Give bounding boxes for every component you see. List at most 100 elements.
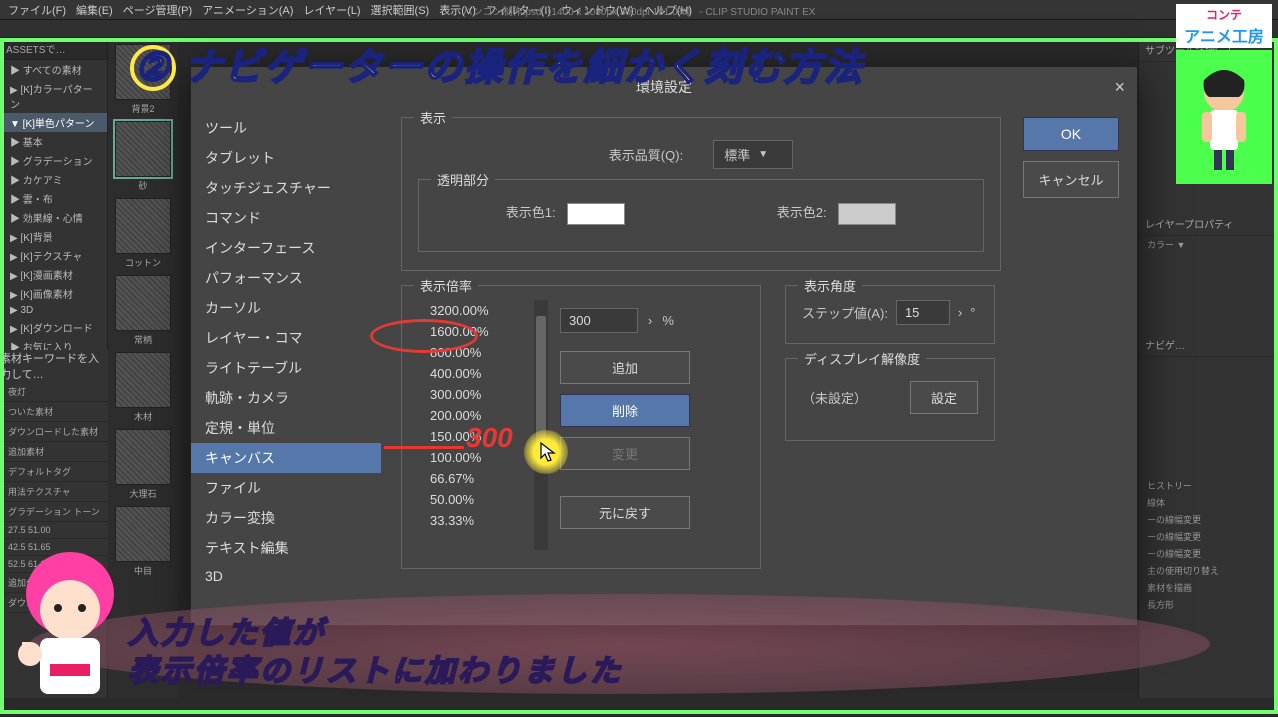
display-group-title: 表示 <box>414 108 452 127</box>
tree-item[interactable]: ▶ 効果線・心情 <box>0 208 107 227</box>
material-row[interactable]: ついた素材 <box>0 402 108 422</box>
history-row[interactable]: ーの線幅変更 <box>1139 511 1278 528</box>
layerprop-section[interactable]: レイヤープロパティ <box>1139 212 1278 236</box>
zoom-level-item[interactable]: 66.67% <box>418 468 548 489</box>
menu-edit[interactable]: 編集(E) <box>72 0 117 20</box>
history-row[interactable]: ーの線幅変更 <box>1139 528 1278 545</box>
zoom-level-item[interactable]: 3200.00% <box>418 300 548 321</box>
thumb-label: コットン <box>108 256 178 269</box>
zoom-value-input[interactable] <box>560 308 638 333</box>
color2-swatch[interactable] <box>838 203 896 225</box>
menu-anim[interactable]: アニメーション(A) <box>198 0 297 20</box>
zoom-level-item[interactable]: 50.00% <box>418 489 548 510</box>
category-item[interactable]: タブレット <box>191 143 381 173</box>
menu-page[interactable]: ページ管理(P) <box>119 0 196 20</box>
category-item[interactable]: ファイル <box>191 473 381 503</box>
preferences-dialog: 環境設定 × ツールタブレットタッチジェスチャーコマンドインターフェースパフォー… <box>190 66 1138 626</box>
menu-file[interactable]: ファイル(F) <box>4 0 70 20</box>
category-item[interactable]: タッチジェスチャー <box>191 173 381 203</box>
mat-header: 素材キーワードを入力して… <box>0 350 108 382</box>
tree-item[interactable]: ▶ すべての素材 <box>0 60 107 79</box>
add-button[interactable]: 追加 <box>560 351 690 384</box>
tree-item[interactable]: ▶ [K]画像素材 <box>0 284 107 303</box>
color1-swatch[interactable] <box>567 203 625 225</box>
video-headline: ②ナビゲーターの操作を細かく刻む方法 <box>130 36 864 91</box>
category-item[interactable]: キャンバス <box>191 443 381 473</box>
category-item[interactable]: ツール <box>191 113 381 143</box>
category-item[interactable]: カラー変換 <box>191 503 381 533</box>
material-thumb[interactable] <box>115 352 171 408</box>
zoom-level-item[interactable]: 300.00% <box>418 384 548 405</box>
material-row[interactable]: ダウンロードした素材 <box>0 422 108 442</box>
tree-item[interactable]: ▶ [K]カラーパターン <box>0 79 107 113</box>
tree-item[interactable]: ▶ グラデーション <box>0 151 107 170</box>
tree-item[interactable]: ▶ 基本 <box>0 132 107 151</box>
step-input[interactable] <box>896 300 950 325</box>
close-icon[interactable]: × <box>1114 77 1125 98</box>
history-row[interactable]: 主の使用切り替え <box>1139 562 1278 579</box>
thumb-label: 木材 <box>108 410 178 423</box>
spinner-icon[interactable]: › <box>958 305 962 320</box>
category-item[interactable]: カーソル <box>191 293 381 323</box>
angle-group-title: 表示角度 <box>798 276 862 295</box>
spinner-icon[interactable]: › <box>648 313 652 328</box>
tree-item[interactable]: ▶ カケアミ <box>0 170 107 189</box>
red-value-annotation: 300 <box>466 422 513 454</box>
tree-header: ASSETSで… <box>0 38 107 60</box>
category-item[interactable]: 定規・単位 <box>191 413 381 443</box>
category-item[interactable]: テキスト編集 <box>191 533 381 563</box>
cancel-button[interactable]: キャンセル <box>1023 161 1119 198</box>
tree-item[interactable]: ▶ [K]漫画素材 <box>0 265 107 284</box>
category-item[interactable]: レイヤー・コマ <box>191 323 381 353</box>
tree-item[interactable]: ▶ 雲・布 <box>0 189 107 208</box>
red-underline-annotation <box>384 446 464 449</box>
step-badge: ② <box>130 45 176 91</box>
menu-select[interactable]: 選択範囲(S) <box>367 0 434 20</box>
thumb-label: 背景2 <box>108 102 178 115</box>
tree-item[interactable]: ▶ [K]ダウンロード <box>0 318 107 337</box>
thumb-label: 常柄 <box>108 333 178 346</box>
category-item[interactable]: 3D <box>191 563 381 589</box>
material-thumb[interactable] <box>115 429 171 485</box>
tree-item[interactable]: ▶ 3D <box>0 303 107 318</box>
material-thumb[interactable] <box>115 198 171 254</box>
presenter-avatar-right <box>1176 50 1272 184</box>
history-row[interactable]: 長方形 <box>1139 596 1278 613</box>
angle-unit: ° <box>970 305 975 320</box>
scrollbar[interactable] <box>534 300 548 550</box>
category-item[interactable]: 軌跡・カメラ <box>191 383 381 413</box>
history-row[interactable]: ヒストリー <box>1139 477 1278 494</box>
tree-item[interactable]: ▶ [K]背景 <box>0 227 107 246</box>
window-title: ハンコン制作.psd（1400 x 1080px 300dpi 101.0%） … <box>463 3 816 18</box>
history-row[interactable]: 線体 <box>1139 494 1278 511</box>
delete-button[interactable]: 削除 <box>560 394 690 427</box>
ok-button[interactable]: OK <box>1023 117 1119 151</box>
category-item[interactable]: コマンド <box>191 203 381 233</box>
reset-button[interactable]: 元に戻す <box>560 496 690 529</box>
zoom-group-title: 表示倍率 <box>414 276 478 295</box>
material-row[interactable]: デフォルトタグ <box>0 462 108 482</box>
material-thumb[interactable] <box>115 275 171 331</box>
material-row[interactable]: 夜灯 <box>0 382 108 402</box>
history-row[interactable]: 素材を描画 <box>1139 579 1278 596</box>
menu-layer[interactable]: レイヤー(L) <box>299 0 364 20</box>
material-row[interactable]: 追加素材 <box>0 442 108 462</box>
category-item[interactable]: インターフェース <box>191 233 381 263</box>
zoom-level-item[interactable]: 33.33% <box>418 510 548 531</box>
tree-item[interactable]: ▼ [K]単色パターン <box>0 113 107 132</box>
material-row[interactable]: グラデーション トーン <box>0 502 108 522</box>
material-thumb[interactable] <box>115 121 171 177</box>
color-dropdown[interactable]: カラー ▼ <box>1139 236 1278 253</box>
chevron-down-icon: ▼ <box>758 149 768 160</box>
history-row[interactable]: ーの線幅変更 <box>1139 545 1278 562</box>
change-button: 変更 <box>560 437 690 470</box>
navigator-section[interactable]: ナビゲ… <box>1139 333 1278 357</box>
zoom-unit: % <box>662 313 674 328</box>
zoom-level-item[interactable]: 400.00% <box>418 363 548 384</box>
material-row[interactable]: 用法テクスチャ <box>0 482 108 502</box>
category-item[interactable]: ライトテーブル <box>191 353 381 383</box>
category-item[interactable]: パフォーマンス <box>191 263 381 293</box>
resolution-settings-button[interactable]: 設定 <box>910 381 978 414</box>
quality-select[interactable]: 標準 ▼ <box>713 140 793 169</box>
tree-item[interactable]: ▶ [K]テクスチャ <box>0 246 107 265</box>
